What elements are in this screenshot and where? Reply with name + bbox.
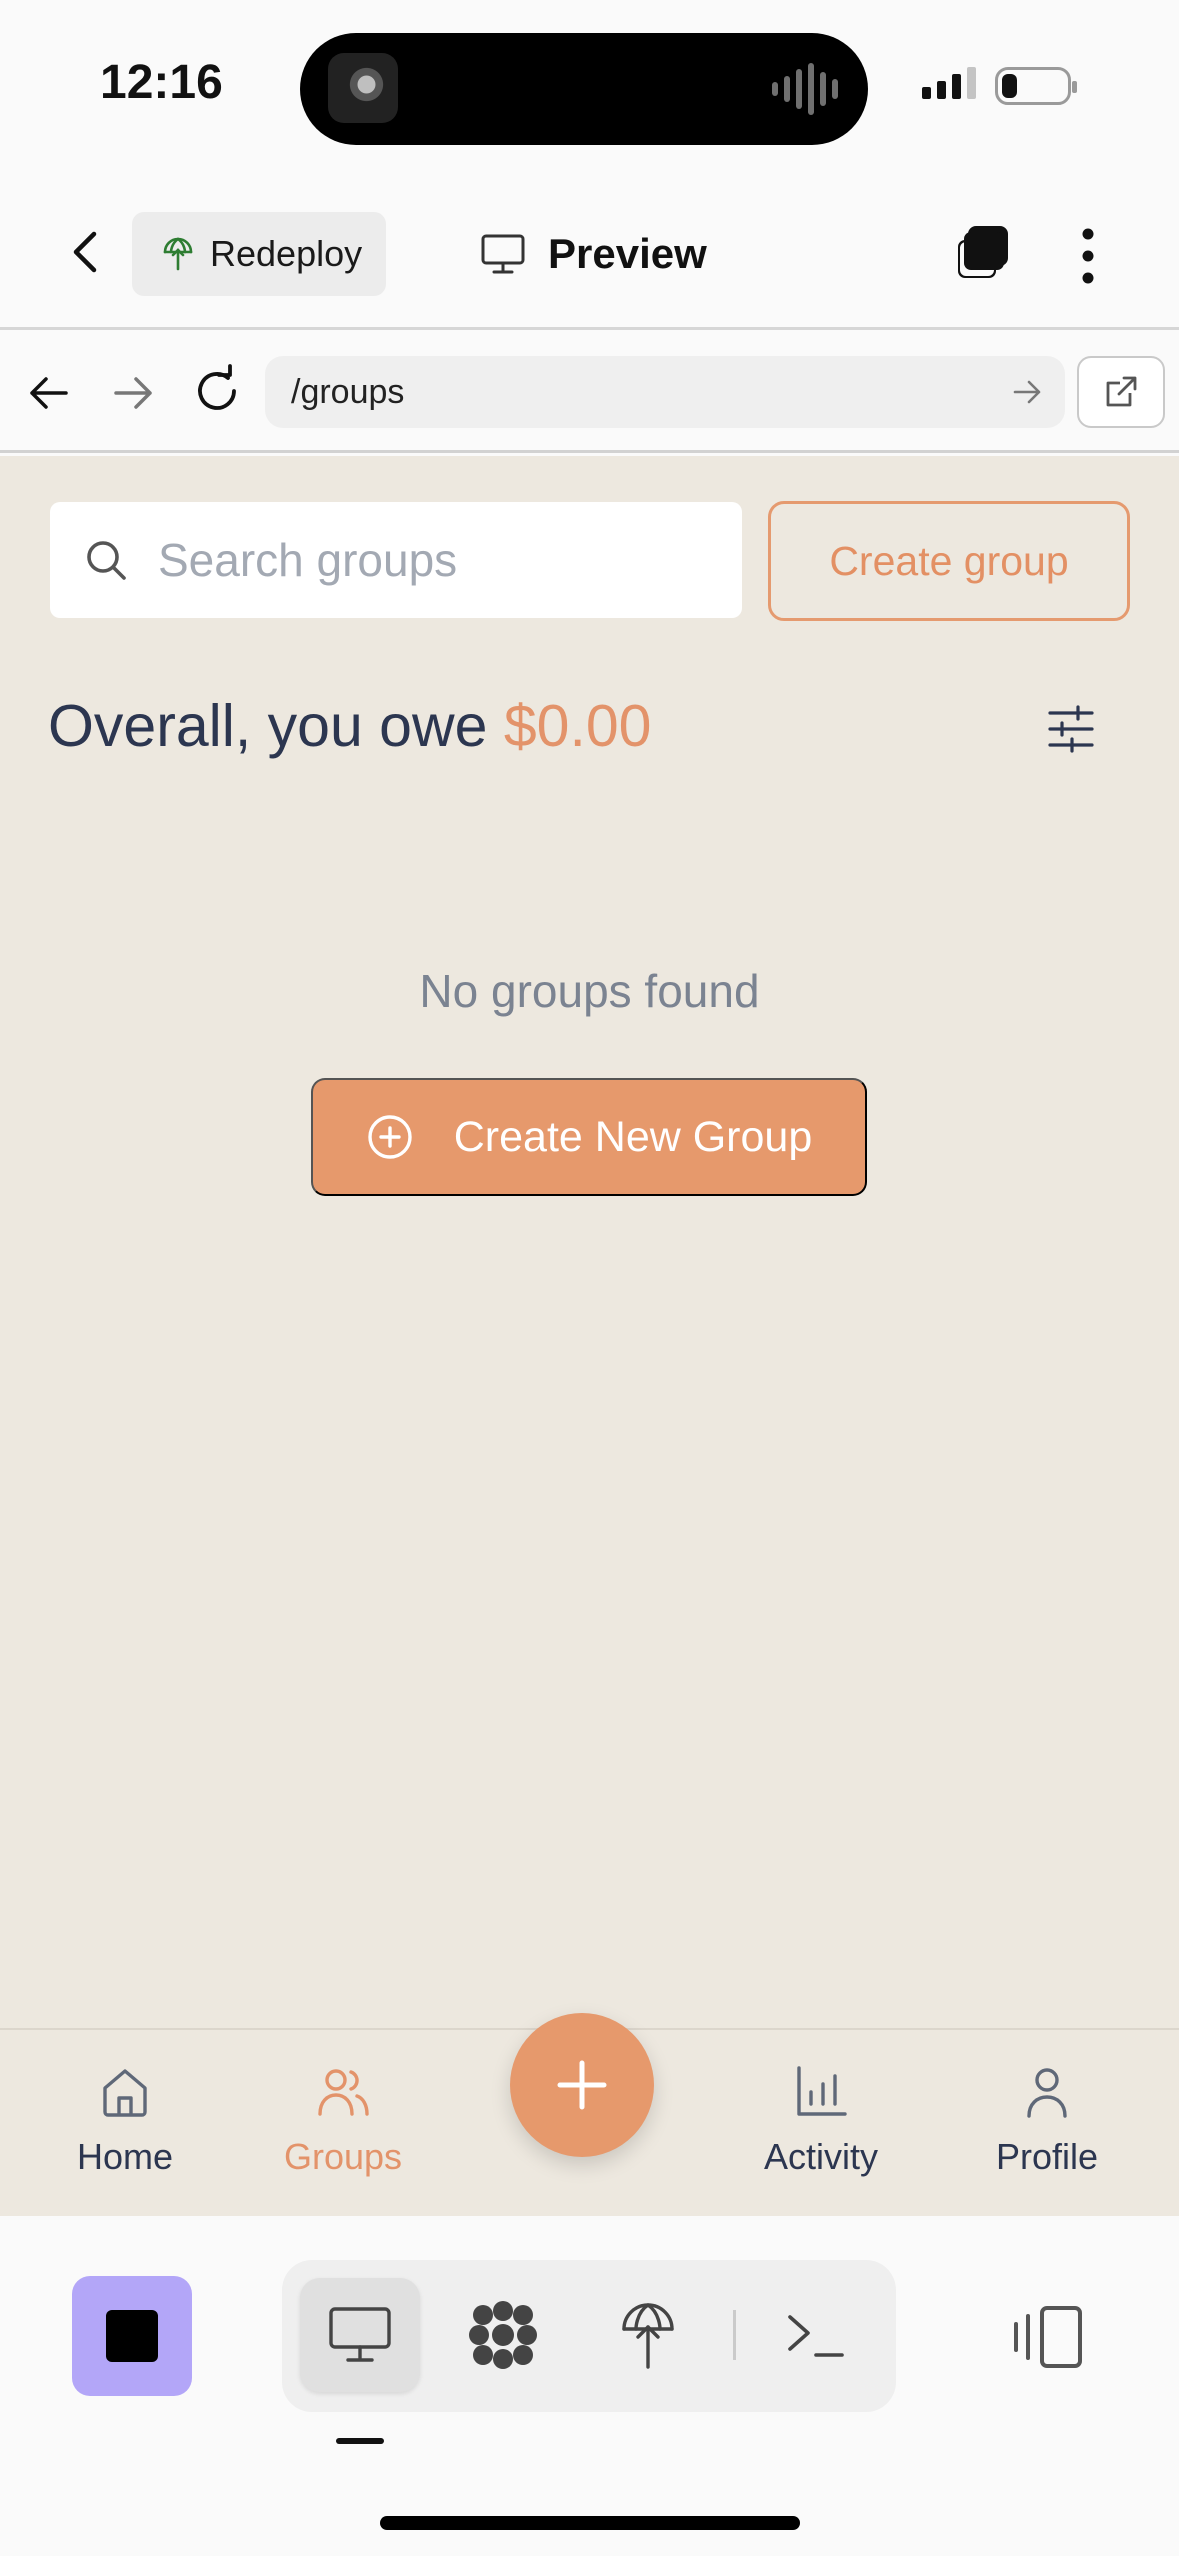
filter-sliders-icon[interactable] [1046, 704, 1096, 754]
stop-icon [106, 2310, 158, 2362]
nav-home[interactable]: Home [40, 2062, 210, 2178]
monitor-icon [329, 2307, 391, 2362]
redeploy-label: Redeploy [210, 233, 363, 274]
reload-icon[interactable] [190, 364, 244, 418]
preview-tab[interactable]: Preview [480, 222, 707, 286]
toolbar-divider [733, 2310, 736, 2360]
preview-label: Preview [548, 230, 707, 277]
search-box[interactable] [50, 502, 742, 618]
now-playing-artwork [328, 53, 398, 123]
dynamic-island [300, 33, 868, 145]
home-icon [103, 2069, 147, 2117]
balance-summary: Overall, you owe $0.00 [48, 692, 651, 760]
tool-preview[interactable] [300, 2278, 420, 2392]
cellular-signal-icon [922, 67, 976, 99]
side-panel-icon[interactable] [1008, 2302, 1088, 2372]
monitor-icon [481, 234, 525, 274]
back-chevron-icon[interactable] [62, 228, 110, 276]
apps-grid-icon [469, 2301, 537, 2369]
nav-groups[interactable]: Groups [258, 2062, 428, 2178]
plus-icon [557, 2060, 607, 2110]
nav-profile-label: Profile [995, 2136, 1099, 2177]
nav-home-label: Home [76, 2136, 174, 2177]
terminal-icon [788, 2315, 844, 2357]
search-icon [87, 541, 126, 580]
home-indicator [380, 2516, 800, 2530]
search-input[interactable] [158, 533, 718, 587]
browser-forward-icon[interactable] [108, 368, 158, 418]
empty-state-message: No groups found [419, 965, 760, 1017]
active-tool-indicator [336, 2438, 384, 2444]
create-new-group-label: Create New Group [453, 1112, 813, 1161]
balance-amount: $0.00 [503, 693, 652, 759]
go-arrow-icon[interactable] [1011, 376, 1043, 408]
nav-activity-label: Activity [763, 2136, 878, 2177]
plus-circle-icon [368, 1115, 412, 1159]
create-group-button[interactable]: Create group [768, 501, 1130, 621]
audio-waveform-icon [772, 63, 838, 115]
tool-apps[interactable] [443, 2278, 563, 2392]
external-link-icon [1106, 376, 1137, 407]
bar-chart-icon [797, 2066, 847, 2116]
nav-activity[interactable]: Activity [736, 2062, 906, 2178]
url-text: /groups [291, 372, 405, 411]
browser-back-icon[interactable] [24, 368, 74, 418]
battery-icon [995, 67, 1077, 105]
deploy-icon [163, 237, 193, 271]
users-icon [318, 2069, 369, 2116]
open-external-button[interactable] [1077, 356, 1165, 428]
create-new-group-button[interactable]: Create New Group [311, 1078, 867, 1196]
nav-profile[interactable]: Profile [962, 2062, 1132, 2178]
nav-groups-label: Groups [283, 2136, 403, 2177]
stop-button[interactable] [72, 2276, 192, 2396]
url-bar[interactable]: /groups [265, 356, 1065, 428]
user-icon [1027, 2068, 1067, 2118]
more-menu-icon[interactable] [1066, 226, 1110, 286]
status-time: 12:16 [100, 56, 223, 109]
redeploy-button[interactable]: Redeploy [132, 212, 386, 296]
deploy-icon [622, 2303, 674, 2369]
add-expense-fab[interactable] [510, 2013, 654, 2157]
balance-prefix: Overall, you owe [48, 693, 488, 759]
tool-terminal[interactable] [756, 2278, 876, 2392]
tabs-stack-icon[interactable] [950, 222, 1016, 288]
tool-deploy[interactable] [588, 2278, 708, 2392]
